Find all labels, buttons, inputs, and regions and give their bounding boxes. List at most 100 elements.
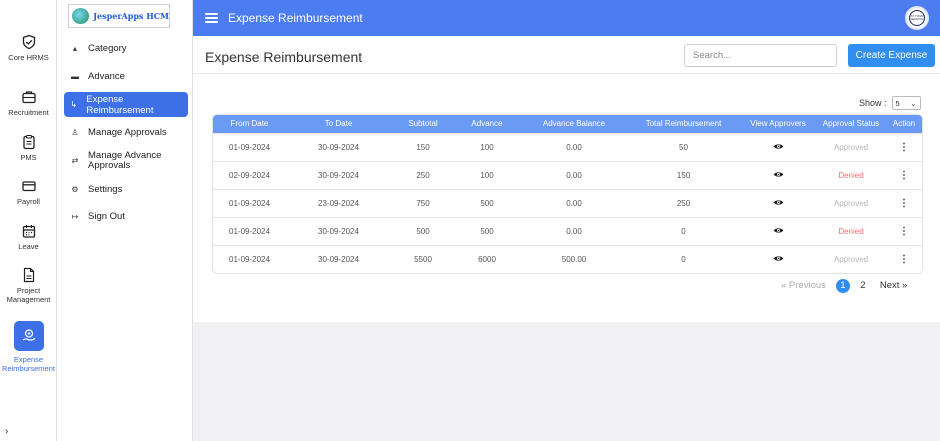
document-icon bbox=[23, 267, 34, 283]
rail-item-label: Payroll bbox=[17, 197, 40, 206]
total-reimbursement-cell: 50 bbox=[679, 142, 688, 152]
approval-status-cell: Denied bbox=[838, 226, 864, 236]
app-rail: Core HRMS Recruitment PMS Payroll Leave … bbox=[0, 0, 57, 441]
sidebar-item-label: Manage Approvals bbox=[88, 126, 167, 138]
advance-cell: 500 bbox=[480, 226, 494, 236]
subtotal-cell: 5500 bbox=[414, 254, 432, 264]
total-reimbursement-cell: 0 bbox=[681, 226, 686, 236]
subtotal-cell: 500 bbox=[416, 226, 430, 236]
sidebar-item-expense-reimbursement[interactable]: ↳ Expense Reimbursement bbox=[64, 92, 188, 117]
to-date-cell: 23-09-2024 bbox=[318, 198, 359, 208]
rail-active-tile bbox=[13, 321, 44, 351]
subtotal-cell: 150 bbox=[416, 142, 430, 152]
rail-item-payroll[interactable]: Payroll bbox=[0, 178, 57, 206]
credit-card-icon bbox=[21, 181, 36, 192]
rail-item-label: Leave bbox=[18, 242, 39, 251]
pagination-page[interactable]: 1 bbox=[835, 278, 850, 293]
search-input[interactable] bbox=[684, 44, 837, 67]
create-expense-button[interactable]: Create Expense bbox=[848, 44, 935, 67]
rail-item-expense-reimbursement[interactable]: Expense Reimbursement bbox=[0, 321, 57, 373]
calendar-icon bbox=[22, 225, 35, 238]
sidebar-item-settings[interactable]: ⚙ Settings bbox=[65, 178, 189, 200]
eye-icon[interactable] bbox=[773, 227, 784, 236]
hamburger-menu-icon[interactable] bbox=[205, 13, 218, 23]
action-cell: ⋮ bbox=[884, 245, 922, 273]
subtotal-cell: 250 bbox=[416, 170, 430, 180]
pagination: « Previous 1 2 Next » bbox=[781, 278, 907, 293]
brand-name: JesperApps HCM bbox=[93, 11, 169, 21]
rail-item-label: Expense Reimbursement bbox=[2, 355, 55, 373]
advance-cell: 500 bbox=[480, 198, 494, 208]
approval-status-cell: Approved bbox=[833, 142, 869, 152]
sidebar-item-category[interactable]: ▴ Category bbox=[65, 37, 189, 59]
table-row: 01-09-2024 30-09-2024 150 100 0.00 50 Approved… bbox=[213, 133, 922, 161]
rail-item-leave[interactable]: Leave bbox=[0, 223, 57, 251]
from-date-cell: 01-09-2024 bbox=[229, 226, 270, 236]
sidebar-item-sign-out[interactable]: ↦ Sign Out bbox=[65, 205, 189, 227]
more-vertical-icon[interactable]: ⋮ bbox=[899, 142, 909, 152]
action-cell: ⋮ bbox=[884, 161, 922, 189]
main-panel: Expense Reimbursement Create Expense Sho… bbox=[193, 36, 940, 322]
action-cell: ⋮ bbox=[884, 189, 922, 217]
receipt-icon: ↳ bbox=[70, 100, 78, 109]
module-sidebar: JesperApps HCM ▴ Category ▬ Advance ↳ Ex… bbox=[57, 0, 193, 441]
brand-logo: JesperApps HCM bbox=[68, 4, 170, 28]
sidebar-item-advance[interactable]: ▬ Advance bbox=[65, 65, 189, 87]
chevron-down-icon: ⌄ bbox=[910, 98, 917, 108]
clipboard-icon bbox=[22, 134, 35, 150]
table-header-row: From Date To Date Subtotal Advance Advan… bbox=[213, 115, 922, 133]
view-approvers-cell bbox=[738, 245, 818, 273]
from-date-cell: 01-09-2024 bbox=[229, 142, 270, 152]
subtotal-cell: 750 bbox=[416, 198, 430, 208]
rail-item-recruitment[interactable]: Recruitment bbox=[0, 89, 57, 117]
expense-table: From Date To Date Subtotal Advance Advan… bbox=[212, 114, 923, 274]
avatar-text: AT YOUR SERVICE bbox=[909, 10, 925, 26]
eye-icon[interactable] bbox=[773, 255, 784, 264]
more-vertical-icon[interactable]: ⋮ bbox=[899, 226, 909, 236]
sidebar-item-manage-approvals[interactable]: ♙ Manage Approvals bbox=[65, 121, 189, 143]
eye-icon[interactable] bbox=[773, 199, 784, 208]
advance-cell: 100 bbox=[480, 142, 494, 152]
sidebar-item-label: Advance bbox=[88, 70, 125, 82]
gear-icon: ⚙ bbox=[71, 184, 79, 194]
advance-balance-cell: 500.00 bbox=[561, 254, 587, 264]
more-vertical-icon[interactable]: ⋮ bbox=[899, 198, 909, 208]
user-avatar[interactable]: AT YOUR SERVICE bbox=[905, 6, 929, 30]
rail-expand-toggle[interactable]: › bbox=[5, 426, 8, 437]
page-size-select[interactable]: 5 ⌄ bbox=[891, 96, 921, 110]
table-row: 01-09-2024 30-09-2024 500 500 0.00 0 Denied ⋮ bbox=[213, 217, 922, 245]
show-label: Show : bbox=[859, 98, 887, 108]
rail-item-pms[interactable]: PMS bbox=[0, 134, 57, 162]
approval-status-cell: Approved bbox=[833, 254, 869, 264]
total-reimbursement-cell: 0 bbox=[681, 254, 686, 264]
wallet-icon: ▬ bbox=[71, 71, 79, 81]
rail-item-project-management[interactable]: Project Management bbox=[0, 267, 57, 304]
logout-icon: ↦ bbox=[71, 211, 79, 221]
sidebar-item-label: Category bbox=[88, 42, 127, 54]
page-title: Expense Reimbursement bbox=[205, 49, 363, 65]
pagination-next[interactable]: Next » bbox=[880, 280, 907, 291]
to-date-cell: 30-09-2024 bbox=[318, 226, 359, 236]
hand-coin-icon bbox=[22, 329, 35, 341]
eye-icon[interactable] bbox=[773, 143, 784, 152]
divider bbox=[193, 73, 940, 74]
pagination-previous[interactable]: « Previous bbox=[781, 280, 826, 291]
top-header: Expense Reimbursement AT YOUR SERVICE bbox=[193, 0, 940, 36]
total-reimbursement-cell: 150 bbox=[676, 170, 691, 180]
advance-balance-cell: 0.00 bbox=[566, 142, 582, 152]
eye-icon[interactable] bbox=[773, 171, 784, 180]
pagination-page[interactable]: 2 bbox=[856, 279, 870, 293]
rail-item-label: PMS bbox=[20, 153, 37, 162]
sidebar-item-manage-advance-approvals[interactable]: ⇄ Manage Advance Approvals bbox=[65, 148, 189, 174]
category-icon: ▴ bbox=[72, 43, 77, 53]
to-date-cell: 30-09-2024 bbox=[318, 254, 359, 264]
approval-status-cell: Approved bbox=[833, 198, 869, 208]
more-vertical-icon[interactable]: ⋮ bbox=[899, 170, 909, 180]
rail-item-label: Project Management bbox=[6, 286, 51, 304]
brand-logo-mark bbox=[72, 8, 90, 24]
more-vertical-icon[interactable]: ⋮ bbox=[899, 254, 909, 264]
sidebar-item-label: Sign Out bbox=[88, 210, 125, 222]
user-check-icon: ♙ bbox=[71, 127, 79, 137]
from-date-cell: 02-09-2024 bbox=[229, 170, 270, 180]
rail-item-core-hrms[interactable]: Core HRMS bbox=[0, 34, 57, 62]
